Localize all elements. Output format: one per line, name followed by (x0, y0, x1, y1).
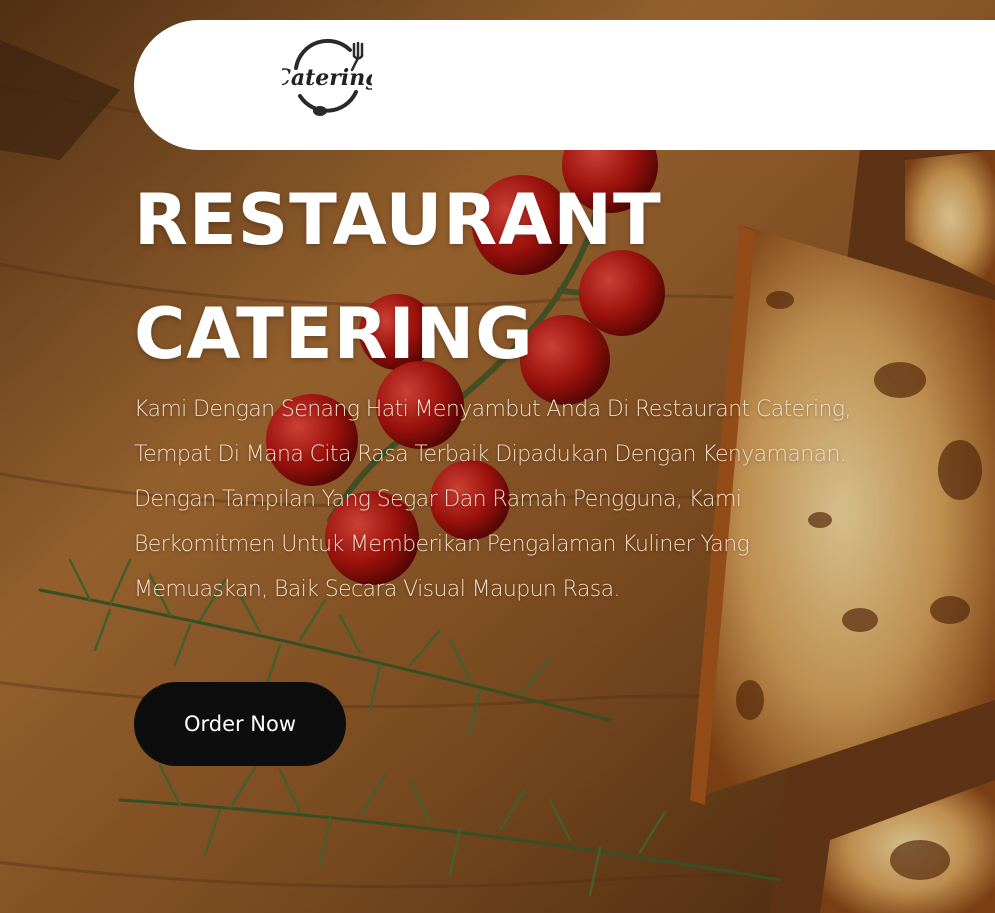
logo-text: Catering (282, 65, 372, 91)
hero-title-line-1: RESTAURANT (134, 179, 662, 261)
navbar: Catering (134, 20, 995, 150)
hero-description: Kami Dengan Senang Hati Menyambut Anda D… (134, 397, 851, 602)
order-now-button[interactable]: Order Now (134, 682, 346, 766)
catering-logo[interactable]: Catering (282, 38, 372, 118)
hero-title: RESTAURANT CATERING (134, 163, 834, 391)
spoon-icon (313, 106, 327, 116)
hero-title-line-2: CATERING (134, 293, 534, 375)
